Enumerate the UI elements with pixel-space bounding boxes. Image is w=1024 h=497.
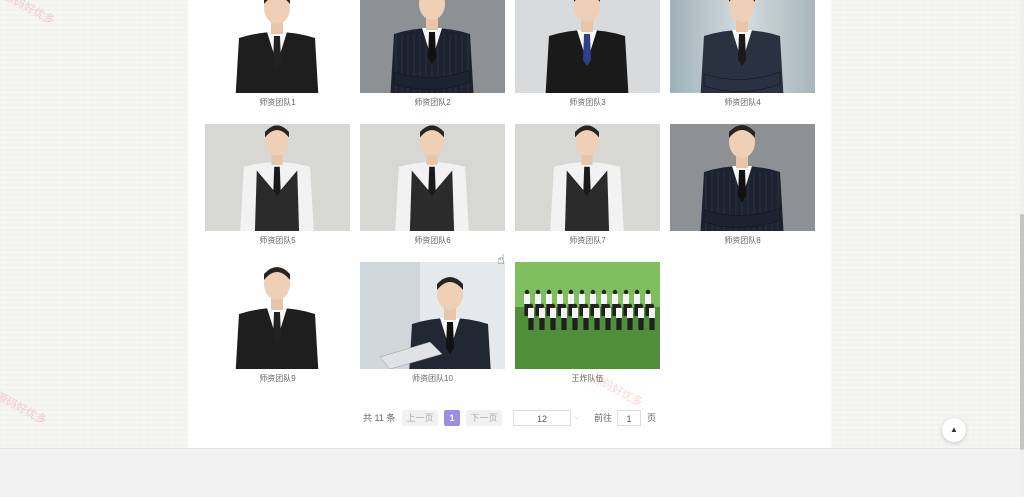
- next-page-button[interactable]: 下一页: [466, 410, 502, 426]
- photo-suit-hand: [205, 0, 350, 93]
- photo-pinstripe: [360, 0, 505, 93]
- card-caption: 师资团队6: [414, 236, 451, 245]
- page-size-value: 12: [536, 414, 547, 424]
- page-size-select[interactable]: 12: [513, 410, 571, 426]
- pagination: 共 11 条 上一页 1 下一页 12 ⌵ 前往 1 页: [0, 410, 1024, 428]
- card-caption: 师资团队8: [724, 236, 761, 245]
- photo-team: [515, 262, 660, 369]
- prev-page-button[interactable]: 上一页: [402, 410, 438, 426]
- photo-pinstripe: [670, 124, 815, 231]
- card-caption: 师资团队10: [412, 374, 453, 383]
- card-caption: 师资团队7: [569, 236, 606, 245]
- photo-vest: [515, 124, 660, 231]
- photo-suit-bluetie: [515, 0, 660, 93]
- photo-vest: [360, 124, 505, 231]
- card-caption: 师资团队9: [259, 374, 296, 383]
- card-caption: 师资团队3: [569, 98, 606, 107]
- photo-suit-hand: [205, 262, 350, 369]
- photo-laptop: [360, 262, 505, 369]
- card-caption: 师资团队4: [724, 98, 761, 107]
- scrollbar-thumb[interactable]: [1020, 214, 1024, 450]
- chevron-down-icon[interactable]: ⌵: [574, 410, 579, 426]
- pagination-total: 共 11 条: [363, 413, 396, 423]
- photo-vest: [205, 124, 350, 231]
- page-footer: [0, 448, 1020, 497]
- goto-page-input[interactable]: 1: [617, 410, 641, 426]
- back-to-top-button[interactable]: ▲: [942, 418, 966, 442]
- page-number-1[interactable]: 1: [444, 410, 460, 426]
- card-caption: 师资团队1: [259, 98, 296, 107]
- card-caption: 师资团队5: [259, 236, 296, 245]
- card-caption: 师资团队2: [414, 98, 451, 107]
- arrow-up-icon: ▲: [950, 425, 958, 434]
- goto-label: 前往: [594, 413, 613, 423]
- hand-pointer-icon: ☝: [497, 252, 505, 267]
- goto-suffix: 页: [647, 413, 657, 423]
- photo-suit-glass: [670, 0, 815, 93]
- card-caption: 王炸队伍: [571, 374, 604, 383]
